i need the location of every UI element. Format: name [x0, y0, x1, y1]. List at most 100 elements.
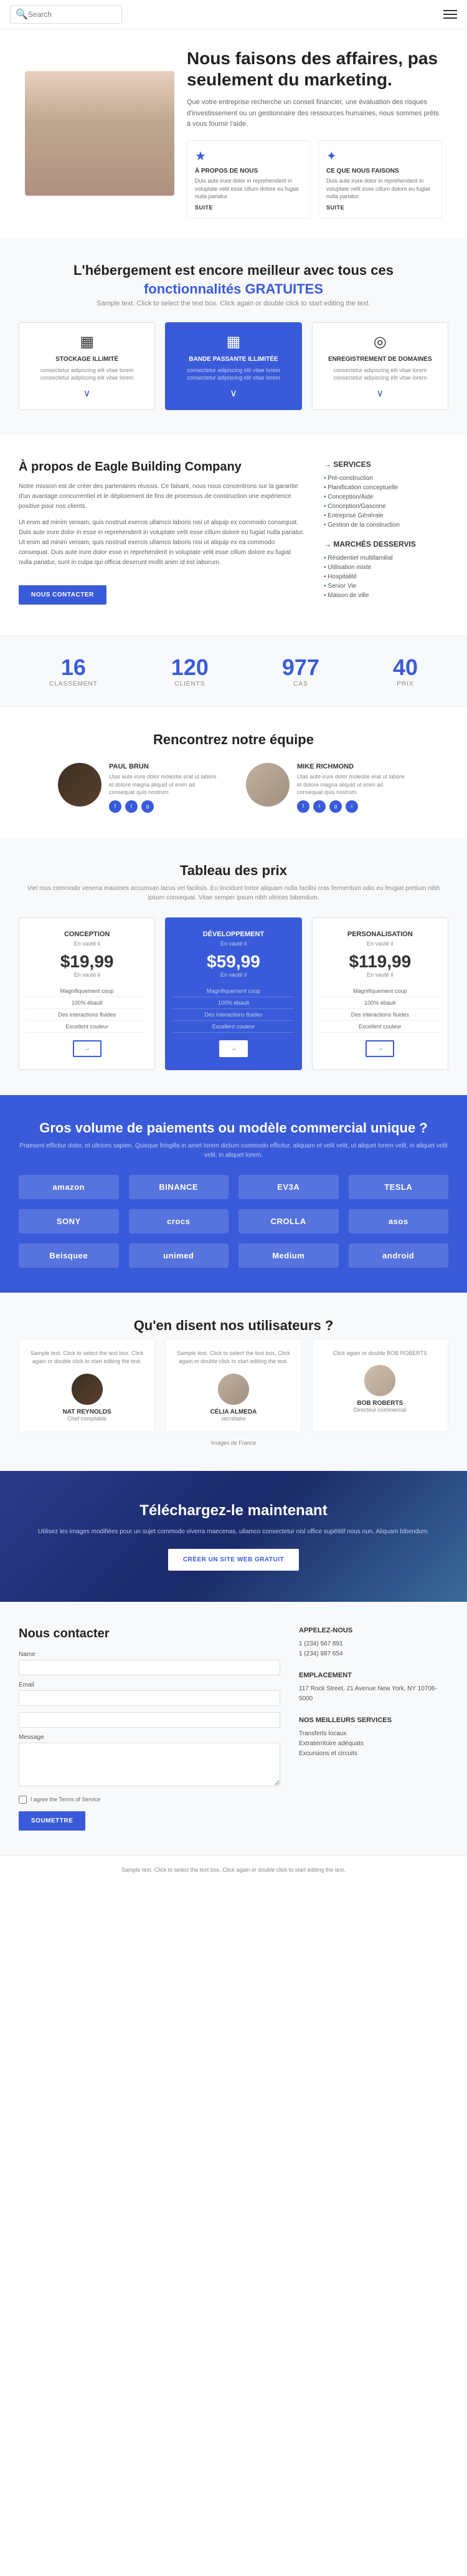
services-card-link[interactable]: SUITE [326, 204, 434, 211]
conception-btn[interactable]: → [73, 1040, 101, 1057]
create-site-button[interactable]: CRÉER UN SITE WEB GRATUIT [168, 1549, 299, 1571]
partner-unimed: unimed [129, 1243, 229, 1268]
partner-amazon: amazon [19, 1175, 119, 1199]
bob-name: BOB ROBERTS [323, 1400, 438, 1407]
mike-facebook-icon[interactable]: f [297, 800, 309, 813]
conception-feature-1: Magnifiquement coup [27, 985, 147, 997]
storage-arrow: ∨ [27, 387, 147, 400]
address-input[interactable] [19, 1712, 280, 1728]
services-heading: → SERVICES [324, 460, 448, 469]
conception-title: CONCEPTION [27, 931, 147, 938]
paul-twitter-icon[interactable]: t [125, 800, 138, 813]
stat-label-prizes: PRIX [393, 681, 418, 687]
feature-card-domain[interactable]: ◎ ENREGISTREMENT DE DOMAINES consectetur… [312, 322, 448, 410]
mike-info: MIKE RICHMOND Ulas aute irure dolor mole… [297, 763, 409, 813]
partner-crolla: CROLLA [238, 1209, 339, 1233]
address-text: 117 Rock Street, 21 Avenue New York, NY … [299, 1684, 448, 1704]
hero-content: Nous faisons des affaires, pas seulement… [187, 48, 442, 219]
storage-title: STOCKAGE ILLIMITÉ [27, 356, 147, 363]
nat-name: NAT REYNOLDS [29, 1409, 144, 1415]
terms-checkbox[interactable] [19, 1796, 27, 1804]
stat-cases: 977 CAS [282, 654, 319, 687]
name-field-group: Name [19, 1651, 280, 1675]
developpement-subtitle: En vauté il [173, 941, 293, 947]
bandwidth-arrow: ∨ [173, 387, 293, 400]
features-section: L'hébergement est encore meilleur avec t… [0, 237, 467, 435]
feature-card-bandwidth[interactable]: ▦ BANDE PASSANTE ILLIMITÉE consectetur a… [165, 322, 301, 410]
team-member-mike: MIKE RICHMOND Ulas aute irure dolor mole… [246, 763, 409, 813]
download-heading: Téléchargez-le maintenant [19, 1502, 448, 1520]
testimonials-heading: Qu'en disent nos utilisateurs ? [19, 1318, 448, 1334]
about-icon: ★ [195, 148, 303, 164]
call-title: APPELEZ-NOUS [299, 1627, 448, 1634]
search-bar[interactable]: 🔍 [10, 5, 122, 24]
services-card-desc: Duis aute irure dolor in reprehenderit i… [326, 177, 434, 201]
contact-heading: Nous contacter [19, 1627, 280, 1641]
celia-avatar [218, 1374, 249, 1405]
about-right: → SERVICES Pré-construction Planificatio… [324, 460, 448, 610]
partners-heading: Gros volume de paiements ou modèle comme… [19, 1120, 448, 1136]
stat-number-ranking: 16 [49, 654, 98, 681]
bandwidth-icon: ▦ [173, 333, 293, 351]
terms-checkbox-group: I agree the Terms of Service [19, 1796, 280, 1804]
mike-instagram-icon[interactable]: i [346, 800, 358, 813]
partners-grid: amazon BINANCE EV3A TESLA SONY crocs CRO… [19, 1175, 448, 1268]
paul-facebook-icon[interactable]: f [109, 800, 121, 813]
personalisation-title: PERSONALISATION [320, 931, 440, 938]
mike-avatar [246, 763, 290, 807]
message-label: Message [19, 1734, 280, 1741]
partners-section: Gros volume de paiements ou modèle comme… [0, 1095, 467, 1293]
download-description: Utilisez les images modifiées pour un su… [19, 1527, 448, 1536]
list-item: Résidentiel multifamilial [324, 553, 448, 563]
developpement-btn[interactable]: → [219, 1040, 248, 1057]
storage-icon: ▦ [27, 333, 147, 351]
stat-number-clients: 120 [171, 654, 209, 681]
partner-crocs: crocs [129, 1209, 229, 1233]
menu-button[interactable] [443, 10, 457, 19]
hero-image [25, 71, 174, 196]
markets-list: Résidentiel multifamilial Utilisation mi… [324, 553, 448, 600]
feature-card-storage[interactable]: ▦ STOCKAGE ILLIMITÉ consectetur adipisci… [19, 322, 155, 410]
features-heading: L'hébergement est encore meilleur avec t… [19, 262, 448, 279]
personalisation-btn[interactable]: → [366, 1040, 394, 1057]
features-cards: ▦ STOCKAGE ILLIMITÉ consectetur adipisci… [19, 322, 448, 410]
mike-desc: Ulas aute irure dolor molestie erat ut l… [297, 773, 409, 797]
pricing-heading: Tableau des prix [19, 863, 448, 879]
search-input[interactable] [28, 10, 115, 19]
personalisation-feature-1: Magnifiquement coup [320, 985, 440, 997]
message-textarea[interactable] [19, 1743, 280, 1786]
partner-beisquee: Beisquee [19, 1243, 119, 1268]
pricing-card-personalisation: PERSONALISATION En vauté il $119,99 En v… [312, 917, 448, 1070]
personalisation-feature-2: 100% ébault [320, 997, 440, 1009]
bob-text: Click again or double BOB ROBERTS [323, 1349, 438, 1358]
stat-clients: 120 CLIENTS [171, 654, 209, 687]
mike-twitter-icon[interactable]: t [313, 800, 326, 813]
stat-label-ranking: CLASSEMENT [49, 681, 98, 687]
partner-sony: SONY [19, 1209, 119, 1233]
bob-avatar [364, 1365, 395, 1396]
submit-button[interactable]: SOUMETTRE [19, 1811, 85, 1831]
name-input[interactable] [19, 1660, 280, 1675]
stat-label-cases: CAS [282, 681, 319, 687]
hero-section: Nous faisons des affaires, pas seulement… [0, 29, 467, 237]
domain-icon: ◎ [320, 333, 440, 351]
team-heading: Rencontrez notre équipe [19, 732, 448, 748]
list-item: Gestion de la construction [324, 520, 448, 530]
about-left: À propos de Eagle Building Company Notre… [19, 460, 305, 610]
personalisation-price: $119,99 [320, 952, 440, 972]
hero-cards: ★ À PROPOS DE NOUS Duis aute irure dolor… [187, 140, 442, 219]
mike-name: MIKE RICHMOND [297, 763, 409, 770]
terms-label: I agree the Terms of Service [31, 1796, 100, 1803]
mike-google-icon[interactable]: g [329, 800, 342, 813]
contact-us-button[interactable]: NOUS CONTACTER [19, 585, 106, 605]
bandwidth-title: BANDE PASSANTE ILLIMITÉE [173, 356, 293, 363]
email-input[interactable] [19, 1690, 280, 1706]
paul-google-icon[interactable]: g [141, 800, 154, 813]
contact-form: Nous contacter Name Email Message I agre… [19, 1627, 280, 1831]
about-card-link[interactable]: SUITE [195, 204, 303, 211]
conception-price: $19,99 [27, 952, 147, 972]
list-item: Senior Vie [324, 582, 448, 591]
paul-name: PAUL BRUN [109, 763, 221, 770]
bandwidth-desc: consectetur adipiscing elit vitae lorem … [173, 366, 293, 382]
partner-ev3a: EV3A [238, 1175, 339, 1199]
